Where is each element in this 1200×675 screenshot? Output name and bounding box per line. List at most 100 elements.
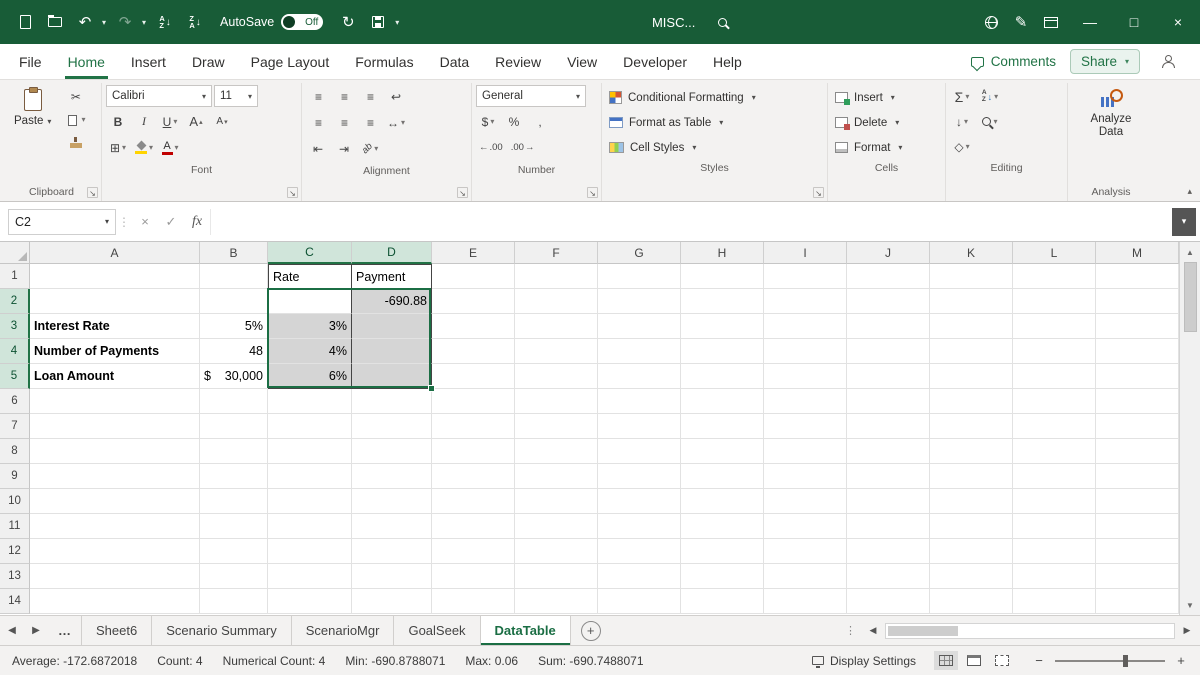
menu-tab-review[interactable]: Review (482, 44, 554, 79)
collapse-ribbon-button[interactable]: ▴ (1187, 186, 1192, 197)
cell-g5[interactable] (598, 364, 681, 389)
cell-f2[interactable] (515, 289, 598, 314)
cell-c14[interactable] (268, 589, 352, 614)
cell-j11[interactable] (847, 514, 930, 539)
vertical-scrollbar[interactable]: ▲ ▼ (1179, 242, 1200, 615)
cell-j12[interactable] (847, 539, 930, 564)
cell-g14[interactable] (598, 589, 681, 614)
redo-menu-chevron[interactable]: ▾ (142, 18, 146, 27)
cell-e3[interactable] (432, 314, 515, 339)
increase-decimal-button[interactable]: ←.00 (476, 136, 506, 159)
decrease-decimal-button[interactable]: .00→ (508, 136, 538, 159)
decrease-indent-button[interactable]: ⇤ (306, 137, 330, 160)
cell-j14[interactable] (847, 589, 930, 614)
clear-button[interactable]: ◇▾ (950, 135, 974, 158)
redo-button[interactable]: ↷ (112, 8, 138, 36)
cell-f5[interactable] (515, 364, 598, 389)
cell-h3[interactable] (681, 314, 764, 339)
row-header-10[interactable]: 10 (0, 489, 30, 514)
menu-tab-formulas[interactable]: Formulas (342, 44, 426, 79)
cell-h12[interactable] (681, 539, 764, 564)
cell-d10[interactable] (352, 489, 432, 514)
cell-b4[interactable]: 48 (200, 339, 268, 364)
cell-f6[interactable] (515, 389, 598, 414)
copy-button[interactable]: ▾ (63, 108, 88, 131)
cell-i6[interactable] (764, 389, 847, 414)
cell-m3[interactable] (1096, 314, 1179, 339)
cell-k8[interactable] (930, 439, 1013, 464)
cell-l14[interactable] (1013, 589, 1096, 614)
cell-k13[interactable] (930, 564, 1013, 589)
menu-tab-help[interactable]: Help (700, 44, 755, 79)
cell-j4[interactable] (847, 339, 930, 364)
cell-d9[interactable] (352, 464, 432, 489)
row-header-4[interactable]: 4 (0, 339, 30, 364)
cell-g8[interactable] (598, 439, 681, 464)
percent-style-button[interactable]: % (502, 110, 526, 133)
cell-c10[interactable] (268, 489, 352, 514)
column-header-i[interactable]: I (764, 242, 847, 264)
row-header-11[interactable]: 11 (0, 514, 30, 539)
cell-k6[interactable] (930, 389, 1013, 414)
accessibility-button[interactable] (978, 8, 1004, 36)
cell-m14[interactable] (1096, 589, 1179, 614)
cell-f12[interactable] (515, 539, 598, 564)
cell-l3[interactable] (1013, 314, 1096, 339)
cell-c2[interactable] (268, 289, 352, 314)
cell-k3[interactable] (930, 314, 1013, 339)
cell-c9[interactable] (268, 464, 352, 489)
cell-c6[interactable] (268, 389, 352, 414)
cell-e8[interactable] (432, 439, 515, 464)
cell-c13[interactable] (268, 564, 352, 589)
cancel-entry-button[interactable]: × (132, 214, 158, 229)
cell-g6[interactable] (598, 389, 681, 414)
format-painter-button[interactable] (63, 131, 88, 154)
horizontal-scrollbar[interactable] (885, 623, 1175, 639)
formula-input[interactable] (210, 209, 1168, 235)
cell-e7[interactable] (432, 414, 515, 439)
cell-f9[interactable] (515, 464, 598, 489)
comma-style-button[interactable]: , (528, 110, 552, 133)
row-header-1[interactable]: 1 (0, 264, 30, 289)
bold-button[interactable]: B (106, 110, 130, 133)
status-stat-sum[interactable]: Sum: -690.7488071 (538, 654, 643, 668)
cell-j9[interactable] (847, 464, 930, 489)
cell-i1[interactable] (764, 264, 847, 289)
cell-c5[interactable]: 6% (268, 364, 352, 389)
row-header-8[interactable]: 8 (0, 439, 30, 464)
hscroll-left-button[interactable]: ◀ (864, 625, 882, 636)
cell-f13[interactable] (515, 564, 598, 589)
cell-f4[interactable] (515, 339, 598, 364)
cell-l9[interactable] (1013, 464, 1096, 489)
menu-tab-data[interactable]: Data (427, 44, 483, 79)
sheet-tab-scenariomgr[interactable]: ScenarioMgr (292, 616, 395, 645)
status-stat-numerical-count[interactable]: Numerical Count: 4 (223, 654, 326, 668)
column-header-d[interactable]: D (352, 242, 432, 264)
column-header-e[interactable]: E (432, 242, 515, 264)
cell-k7[interactable] (930, 414, 1013, 439)
italic-button[interactable]: I (132, 110, 156, 133)
cell-f10[interactable] (515, 489, 598, 514)
sort-descending-button[interactable]: ZA ↓ (182, 8, 208, 36)
decrease-font-size-button[interactable]: A▾ (210, 110, 234, 133)
status-stat-count[interactable]: Count: 4 (157, 654, 202, 668)
cell-j2[interactable] (847, 289, 930, 314)
zoom-in-button[interactable]: + (1174, 653, 1188, 668)
cell-g11[interactable] (598, 514, 681, 539)
cell-h2[interactable] (681, 289, 764, 314)
refresh-button[interactable]: ↻ (335, 8, 361, 36)
cell-e4[interactable] (432, 339, 515, 364)
cell-styles-button[interactable]: Cell Styles▾ (606, 135, 823, 160)
cell-l6[interactable] (1013, 389, 1096, 414)
cell-h7[interactable] (681, 414, 764, 439)
cell-a13[interactable] (30, 564, 200, 589)
cell-b2[interactable] (200, 289, 268, 314)
font-size-select[interactable]: 11▾ (214, 85, 258, 107)
cell-b13[interactable] (200, 564, 268, 589)
row-header-9[interactable]: 9 (0, 464, 30, 489)
undo-menu-chevron[interactable]: ▾ (102, 18, 106, 27)
cell-a14[interactable] (30, 589, 200, 614)
cell-k1[interactable] (930, 264, 1013, 289)
cell-e2[interactable] (432, 289, 515, 314)
status-stat-min[interactable]: Min: -690.8788071 (345, 654, 445, 668)
